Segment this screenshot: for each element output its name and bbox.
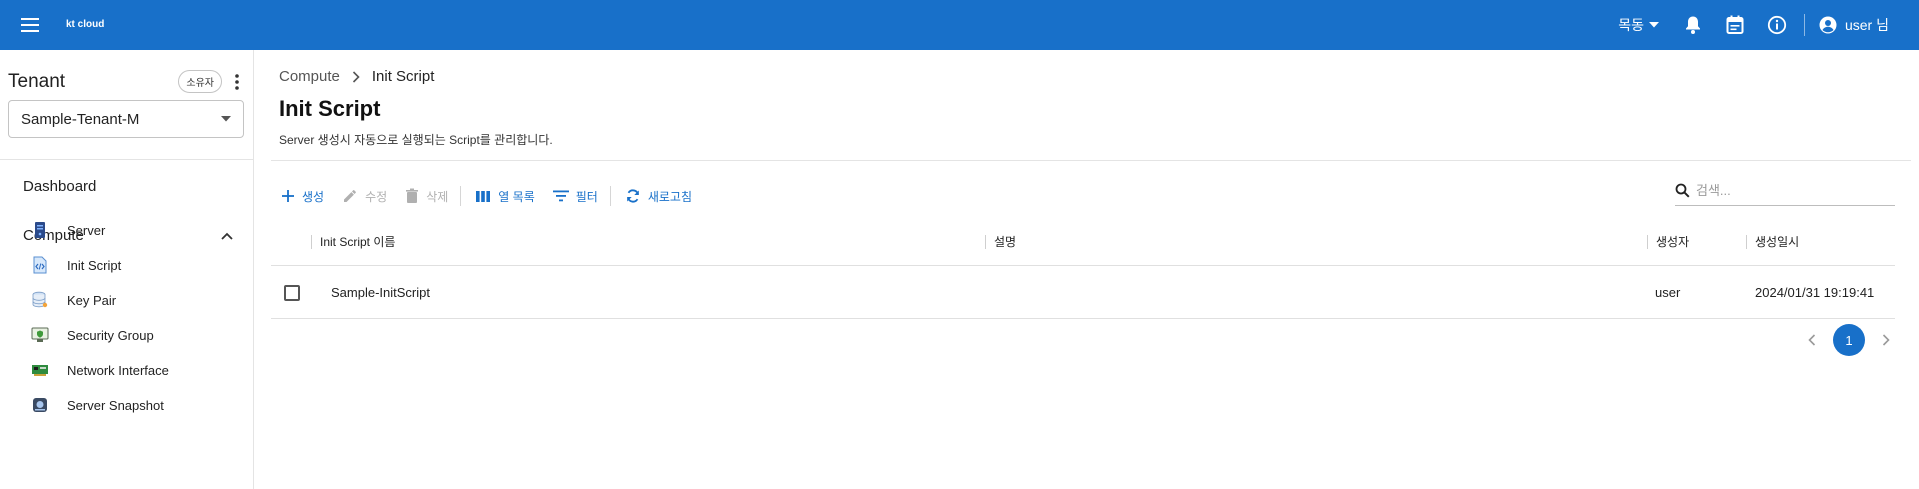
delete-button[interactable]: 삭제 xyxy=(395,181,456,211)
cell-name: Sample-InitScript xyxy=(331,285,430,300)
header-divider xyxy=(1803,14,1805,36)
table-row[interactable]: Sample-InitScript user 2024/01/31 19:19:… xyxy=(271,266,1895,319)
toolbar-divider xyxy=(460,186,462,206)
search-box xyxy=(1675,176,1895,206)
user-name: user 님 xyxy=(1844,17,1889,33)
column-header-label: 생성자 xyxy=(1656,235,1690,249)
security-group-icon xyxy=(30,325,50,345)
columns-icon xyxy=(476,190,491,202)
toolbar: 생성 수정 삭제 열 목록 필터 새로고침 xyxy=(271,181,700,211)
refresh-icon xyxy=(626,189,639,203)
refresh-label: 새로고침 xyxy=(647,189,693,204)
page-button-current[interactable]: 1 xyxy=(1833,324,1865,356)
create-label: 생성 xyxy=(302,189,325,204)
logo-small-text: kt cloud xyxy=(66,19,105,30)
column-header-label: 설명 xyxy=(994,235,1017,249)
trash-icon xyxy=(406,188,419,203)
row-checkbox[interactable] xyxy=(284,284,300,301)
cell-created: 2024/01/31 19:19:41 xyxy=(1755,285,1875,300)
refresh-button[interactable]: 새로고침 xyxy=(615,181,700,211)
sidebar-item-server-snapshot[interactable]: Server Snapshot xyxy=(30,390,240,420)
region-label: 목동 xyxy=(1618,17,1644,33)
plus-icon xyxy=(282,190,294,202)
sidebar-item-security-group[interactable]: Security Group xyxy=(30,320,240,350)
breadcrumb-current: Init Script xyxy=(371,68,435,85)
columns-button[interactable]: 열 목록 xyxy=(465,181,542,211)
account-circle-icon xyxy=(1819,16,1837,34)
network-interface-icon xyxy=(30,360,50,380)
column-header-name[interactable]: Init Script 이름 xyxy=(311,217,395,266)
sidebar-item-label: Key Pair xyxy=(67,292,117,308)
sidebar-item-server[interactable]: Server xyxy=(30,215,240,245)
server-icon xyxy=(30,220,50,240)
page-description: Server 생성시 자동으로 실행되는 Script를 관리합니다. xyxy=(279,133,553,147)
data-table: Init Script 이름 설명 생성자 생성일시 Sample-InitSc… xyxy=(271,217,1895,319)
tenant-selected-value: Sample-Tenant-M xyxy=(21,110,140,128)
sidebar-item-init-script[interactable]: Init Script xyxy=(30,250,240,280)
breadcrumb-compute[interactable]: Compute xyxy=(279,68,340,85)
filter-button[interactable]: 필터 xyxy=(543,181,606,211)
info-icon[interactable] xyxy=(1756,0,1798,50)
main-content: Compute Init Script Init Script Server 생… xyxy=(255,50,1919,489)
cell-creator: user xyxy=(1655,285,1681,300)
sidebar-item-label: Init Script xyxy=(67,257,122,273)
next-page-icon[interactable] xyxy=(1869,323,1903,357)
chevron-right-icon xyxy=(352,70,360,83)
title-divider xyxy=(271,160,1911,161)
region-selector[interactable]: 목동 xyxy=(1606,15,1672,35)
create-button[interactable]: 생성 xyxy=(271,181,332,211)
filter-label: 필터 xyxy=(575,189,598,204)
search-icon xyxy=(1675,183,1690,198)
key-pair-icon xyxy=(30,290,50,310)
user-menu[interactable]: user 님 xyxy=(1811,15,1919,35)
column-header-label: 생성일시 xyxy=(1755,235,1800,249)
column-header-description[interactable]: 설명 xyxy=(985,217,1016,266)
calendar-icon[interactable] xyxy=(1714,0,1756,50)
column-header-created[interactable]: 생성일시 xyxy=(1746,217,1799,266)
script-icon xyxy=(30,255,50,275)
page-title: Init Script xyxy=(279,96,381,121)
more-vert-icon[interactable] xyxy=(228,73,246,90)
sidebar: Tenant 소유자 Sample-Tenant-M Dashboard Com… xyxy=(0,50,254,489)
toolbar-divider xyxy=(609,186,611,206)
pagination: 1 xyxy=(1795,323,1903,357)
snapshot-icon xyxy=(30,395,50,415)
caret-down-icon xyxy=(221,116,231,122)
owner-badge: 소유자 xyxy=(178,70,222,93)
sidebar-divider xyxy=(0,159,253,160)
table-header: Init Script 이름 설명 생성자 생성일시 xyxy=(271,217,1895,266)
top-app-bar: kt cloud CLOUD SDDC 목동 user 님 xyxy=(0,0,1919,72)
menu-icon[interactable] xyxy=(0,0,60,50)
column-header-creator[interactable]: 생성자 xyxy=(1647,217,1689,266)
edit-button[interactable]: 수정 xyxy=(332,181,395,211)
pencil-icon xyxy=(344,190,357,202)
columns-label: 열 목록 xyxy=(498,189,535,204)
sidebar-item-label: Security Group xyxy=(67,327,154,343)
delete-label: 삭제 xyxy=(426,189,449,204)
edit-label: 수정 xyxy=(365,189,388,204)
column-header-label: Init Script 이름 xyxy=(320,235,396,249)
nav-dashboard[interactable]: Dashboard xyxy=(23,178,96,195)
sidebar-item-network-interface[interactable]: Network Interface xyxy=(30,355,240,385)
search-input[interactable] xyxy=(1696,183,1876,198)
caret-down-icon xyxy=(1648,22,1659,28)
sidebar-item-label: Server xyxy=(67,222,106,238)
breadcrumb: Compute Init Script xyxy=(279,68,434,85)
sidebar-item-label: Server Snapshot xyxy=(67,397,164,413)
filter-icon xyxy=(552,190,569,202)
tenant-title: Tenant xyxy=(8,70,66,92)
notification-bell-icon[interactable] xyxy=(1672,0,1714,50)
tenant-select[interactable]: Sample-Tenant-M xyxy=(8,100,244,138)
sidebar-item-label: Network Interface xyxy=(67,362,169,378)
sidebar-item-key-pair[interactable]: Key Pair xyxy=(30,285,240,315)
prev-page-icon[interactable] xyxy=(1795,323,1829,357)
logo[interactable]: kt cloud CLOUD SDDC xyxy=(64,19,406,72)
